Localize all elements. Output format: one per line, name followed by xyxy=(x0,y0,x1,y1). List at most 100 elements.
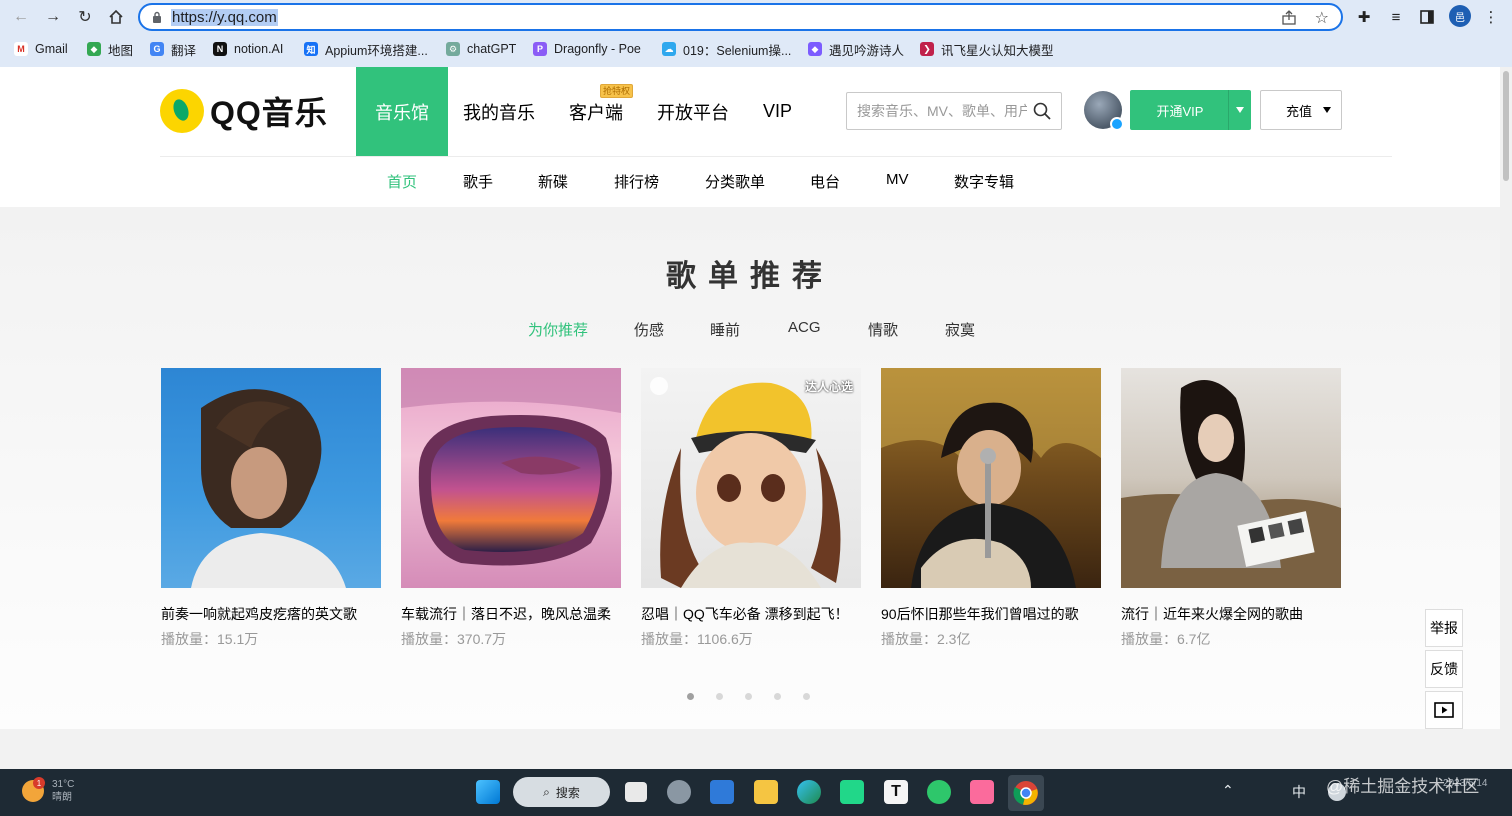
gmail-icon: M xyxy=(14,42,28,56)
profile-avatar[interactable]: 邑 xyxy=(1449,5,1471,27)
bookmark-label: Gmail xyxy=(35,42,68,56)
bookmark-bard[interactable]: ◆ 遇见吟游诗人 xyxy=(808,38,904,60)
bilibili-icon[interactable] xyxy=(970,780,994,804)
chrome-icon xyxy=(1013,781,1038,805)
windows-start-icon[interactable] xyxy=(476,780,500,804)
carousel-dot[interactable] xyxy=(745,693,752,700)
file-explorer-icon[interactable] xyxy=(754,780,778,804)
taskbar-search[interactable]: ⌕ 搜索 xyxy=(513,777,610,807)
playlist-card[interactable]: 前奏一响就起鸡皮疙瘩的英文歌 播放量：15.1万 xyxy=(161,368,381,649)
playlist-title[interactable]: 90后怀旧那些年我们曾唱过的歌 xyxy=(881,604,1101,624)
category-tab-lonely[interactable]: 寂寞 xyxy=(945,319,975,340)
task-view-icon[interactable] xyxy=(625,782,647,802)
tray-overflow-icon[interactable]: ⌃ xyxy=(1222,782,1234,799)
subnav-new-albums[interactable]: 新碟 xyxy=(538,171,568,192)
extensions-puzzle-icon[interactable]: ✚ xyxy=(1352,5,1376,29)
playlist-card[interactable]: 车载流行｜落日不迟，晚风总温柔 播放量：370.7万 xyxy=(401,368,621,649)
category-tab-bedtime[interactable]: 睡前 xyxy=(710,319,740,340)
carousel-dot[interactable] xyxy=(687,693,694,700)
page-scrollbar[interactable] xyxy=(1500,67,1512,769)
subnav-home[interactable]: 首页 xyxy=(387,171,417,192)
forward-arrow-icon[interactable]: → xyxy=(41,5,65,29)
more-menu-icon[interactable]: ⋮ xyxy=(1479,5,1503,29)
bookmark-appium[interactable]: 知 Appium环境搭建... xyxy=(304,38,428,60)
report-button[interactable]: 举报 xyxy=(1425,609,1463,647)
category-tab-sad[interactable]: 伤感 xyxy=(634,319,664,340)
subnav-categories[interactable]: 分类歌单 xyxy=(705,171,765,192)
edge-icon[interactable] xyxy=(797,780,821,804)
subnav-digital-albums[interactable]: 数字专辑 xyxy=(954,171,1014,192)
bookmark-notion[interactable]: N notion.AI xyxy=(213,38,283,60)
playlist-card[interactable]: 流行｜近年来火爆全网的歌曲 播放量：6.7亿 xyxy=(1121,368,1341,649)
notion-icon: N xyxy=(213,42,227,56)
playlist-title[interactable]: 车载流行｜落日不迟，晚风总温柔 xyxy=(401,604,621,624)
playlist-cover-image xyxy=(881,368,1101,588)
back-arrow-icon[interactable]: ← xyxy=(9,5,33,29)
wechat-icon[interactable] xyxy=(927,780,951,804)
subnav-radio[interactable]: 电台 xyxy=(810,171,840,192)
playlist-cover[interactable]: 达人心选 xyxy=(641,368,861,588)
bookmark-gmail[interactable]: M Gmail xyxy=(14,38,68,60)
bookmark-maps[interactable]: ◆ 地图 xyxy=(87,38,133,60)
playlist-cover[interactable] xyxy=(881,368,1101,588)
openai-icon: ⚙ xyxy=(446,42,460,56)
category-tab-love-songs[interactable]: 情歌 xyxy=(868,319,898,340)
weather-widget[interactable]: 31°C 晴朗 xyxy=(52,778,74,804)
recharge-button-label: 充值 xyxy=(1286,103,1313,119)
nav-my-music[interactable]: 我的音乐 xyxy=(463,67,535,156)
address-bar[interactable]: https://y.qq.com ☆ xyxy=(138,3,1343,31)
category-tab-acg[interactable]: ACG xyxy=(788,319,821,336)
bookmark-selenium[interactable]: ☁ 019：Selenium操... xyxy=(662,38,791,60)
playlist-cover[interactable] xyxy=(1121,368,1341,588)
playlist-card[interactable]: 达人心选 忍唱｜QQ飞车必备 漂移到起飞！ 播放量：1106.6万 xyxy=(641,368,861,649)
search-input[interactable] xyxy=(847,93,1027,129)
bookmark-translate[interactable]: G 翻译 xyxy=(150,38,196,60)
user-avatar[interactable] xyxy=(1084,91,1124,131)
playlist-title[interactable]: 忍唱｜QQ飞车必备 漂移到起飞！ xyxy=(641,604,861,624)
playlist-title[interactable]: 前奏一响就起鸡皮疙瘩的英文歌 xyxy=(161,604,381,624)
widgets-icon[interactable] xyxy=(667,780,691,804)
carousel-dot[interactable] xyxy=(803,693,810,700)
notification-badge: 1 xyxy=(33,777,45,789)
nav-vip[interactable]: VIP xyxy=(763,67,792,156)
side-panel-icon[interactable] xyxy=(1415,5,1439,29)
ime-indicator[interactable]: 中 xyxy=(1292,782,1306,802)
player-button[interactable] xyxy=(1425,691,1463,729)
caret-down-icon[interactable] xyxy=(1236,107,1244,113)
subnav-mv[interactable]: MV xyxy=(886,171,909,188)
recharge-button[interactable]: 充值 xyxy=(1260,90,1342,130)
home-icon[interactable] xyxy=(104,5,128,29)
playlist-title[interactable]: 流行｜近年来火爆全网的歌曲 xyxy=(1121,604,1341,624)
reading-list-icon[interactable]: ≡ xyxy=(1384,5,1408,29)
bookmark-chatgpt[interactable]: ⚙ chatGPT xyxy=(446,38,516,60)
carousel-dot[interactable] xyxy=(716,693,723,700)
typora-icon[interactable]: T xyxy=(884,780,908,804)
qq-music-logo[interactable]: QQ音乐 xyxy=(160,89,328,133)
bookmark-spark[interactable]: ❯ 讯飞星火认知大模型 xyxy=(920,38,1054,60)
carousel-dot[interactable] xyxy=(774,693,781,700)
search-icon[interactable] xyxy=(1033,102,1051,120)
share-icon[interactable] xyxy=(1281,10,1297,26)
nav-music-hall[interactable]: 音乐馆 xyxy=(356,67,448,156)
playlist-cover-image xyxy=(191,389,346,588)
feedback-button[interactable]: 反馈 xyxy=(1425,650,1463,688)
bookmark-star-icon[interactable]: ☆ xyxy=(1315,8,1329,28)
playlist-card[interactable]: 90后怀旧那些年我们曾唱过的歌 播放量：2.3亿 xyxy=(881,368,1101,649)
scrollbar-thumb[interactable] xyxy=(1503,71,1509,181)
nav-open-platform[interactable]: 开放平台 xyxy=(657,67,729,156)
store-icon[interactable] xyxy=(710,780,734,804)
subnav-singers[interactable]: 歌手 xyxy=(463,171,493,192)
url-text[interactable]: https://y.qq.com xyxy=(171,9,278,26)
open-vip-button[interactable]: 开通VIP xyxy=(1130,90,1251,130)
reload-icon[interactable]: ↻ xyxy=(73,5,97,29)
chrome-taskbar-button[interactable] xyxy=(1008,775,1044,811)
pycharm-icon[interactable] xyxy=(840,780,864,804)
playlist-cover[interactable] xyxy=(161,368,381,588)
playlist-cover-image xyxy=(401,368,621,566)
category-tab-for-you[interactable]: 为你推荐 xyxy=(528,319,588,340)
nav-client[interactable]: 客户端 抢特权 xyxy=(569,67,633,156)
subnav-charts[interactable]: 排行榜 xyxy=(614,171,659,192)
bookmark-poe[interactable]: P Dragonfly - Poe xyxy=(533,38,641,60)
playlist-cover[interactable] xyxy=(401,368,621,588)
playlist-play-count: 播放量：2.3亿 xyxy=(881,631,971,647)
